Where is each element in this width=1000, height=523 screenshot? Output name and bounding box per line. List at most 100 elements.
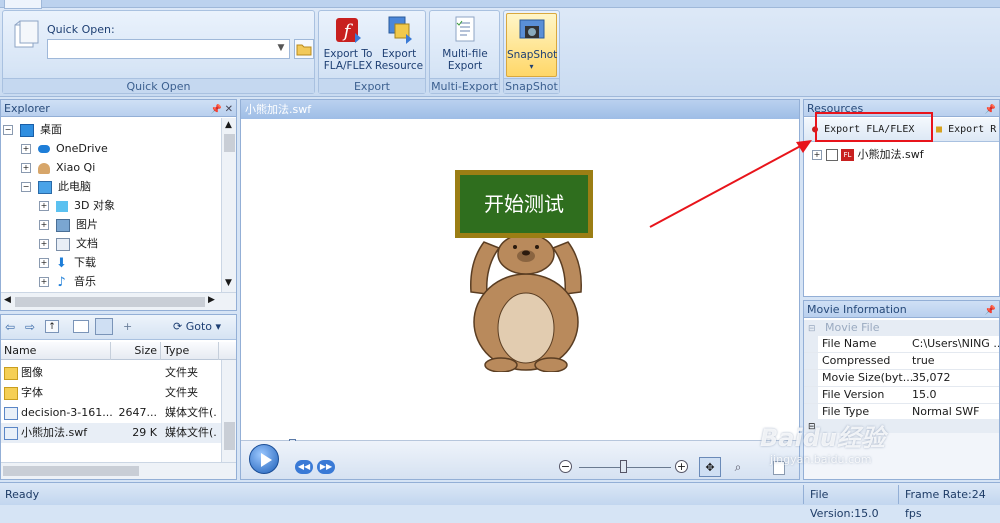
tree-item-documents[interactable]: + 文档 xyxy=(3,234,221,253)
tree-item-label: 音乐 xyxy=(74,275,96,288)
chevron-down-icon[interactable]: ▼ xyxy=(275,43,287,55)
goto-label: Goto xyxy=(185,320,213,333)
back-arrow-icon[interactable]: ⇦ xyxy=(5,320,15,334)
file-list-vertical-scrollbar[interactable] xyxy=(221,360,236,462)
annotation-highlight-box xyxy=(815,112,933,142)
list-item[interactable]: 图像 文件夹 xyxy=(1,363,221,383)
expand-icon[interactable]: + xyxy=(39,258,49,268)
tree-item-onedrive[interactable]: + OneDrive xyxy=(3,139,221,158)
scroll-thumb[interactable] xyxy=(224,422,235,450)
tree-item-pictures[interactable]: + 图片 xyxy=(3,215,221,234)
file-name: 图像 xyxy=(21,366,43,379)
pin-icon[interactable]: 📌 xyxy=(211,102,222,119)
info-row[interactable]: Movie Size(byt...35,072 xyxy=(804,370,999,387)
list-item[interactable]: decision-3-161... 2647... 媒体文件(. xyxy=(1,403,221,423)
tree-item-downloads[interactable]: + ⬇ 下载 xyxy=(3,253,221,272)
cube-icon xyxy=(55,200,68,212)
export-to-fla-line1: Export To xyxy=(323,48,373,60)
details-view-icon[interactable] xyxy=(95,318,113,335)
export-resource-button[interactable]: Export Resource xyxy=(373,15,425,79)
file-list-horizontal-scrollbar[interactable] xyxy=(1,462,236,479)
scroll-thumb[interactable] xyxy=(3,466,139,476)
swf-file-icon xyxy=(4,426,18,440)
file-type: 媒体文件(. xyxy=(165,406,217,419)
ribbon-tab-active[interactable] xyxy=(4,0,42,9)
snapshot-dropdown-icon[interactable]: ▾ xyxy=(507,61,556,73)
zoom-fit-button[interactable]: ✥ xyxy=(699,457,721,477)
movie-info-table: File Name C:\Users\NING ... Compressed tru… xyxy=(804,336,999,421)
scroll-right-icon[interactable]: ▶ xyxy=(208,295,215,305)
movie-file-section[interactable]: ⊟ Movie File xyxy=(804,320,999,336)
goto-button[interactable]: ⟳ Goto ▾ xyxy=(173,320,221,333)
collapse-icon[interactable]: − xyxy=(3,125,13,135)
fast-forward-button[interactable]: ▶▶ xyxy=(317,460,335,474)
export-resource-label: Export R xyxy=(948,124,997,135)
file-name: 字体 xyxy=(21,386,43,399)
tree-vertical-scrollbar[interactable]: ▲ ▼ xyxy=(221,118,236,292)
scroll-thumb[interactable] xyxy=(15,297,205,307)
info-key: File Version xyxy=(822,388,885,401)
scroll-down-icon[interactable]: ▼ xyxy=(225,278,232,288)
pin-icon[interactable]: 📌 xyxy=(985,102,996,119)
zoom-100-button[interactable]: ⌕ xyxy=(727,457,749,477)
tree-item-user[interactable]: + Xiao Qi xyxy=(3,158,221,177)
tree-item-desktop[interactable]: − 桌面 xyxy=(3,120,221,139)
baidu-watermark: Baidu经验 jingyan.baidu.com xyxy=(760,418,950,478)
list-item[interactable]: 字体 文件夹 xyxy=(1,383,221,403)
column-header-type[interactable]: Type xyxy=(161,342,219,360)
up-folder-icon[interactable]: ↑ xyxy=(45,320,59,333)
export-to-fla-button[interactable]: f Export To FLA/FLEX xyxy=(321,15,375,79)
new-folder-icon[interactable]: + xyxy=(123,320,132,333)
zoom-in-button[interactable]: + xyxy=(675,460,688,473)
section-label: Movie File xyxy=(825,321,880,334)
export-resource-button-small[interactable]: ■ Export R xyxy=(936,120,999,139)
status-frame-rate: Frame Rate:24 fps xyxy=(898,485,1000,520)
info-row[interactable]: File Version 15.0 xyxy=(804,387,999,404)
start-test-sign[interactable]: 开始测试 xyxy=(455,170,593,238)
collapse-icon[interactable]: − xyxy=(21,182,31,192)
browse-folder-button[interactable] xyxy=(294,39,314,59)
cloud-icon xyxy=(37,145,50,153)
tree-item-music[interactable]: + ♪ 音乐 xyxy=(3,272,221,291)
info-row[interactable]: File Name C:\Users\NING ... xyxy=(804,336,999,353)
bear-illustration xyxy=(470,233,582,372)
forward-arrow-icon[interactable]: ⇨ xyxy=(25,320,35,334)
expand-icon[interactable]: + xyxy=(39,220,49,230)
list-view-icon[interactable] xyxy=(73,320,89,333)
scroll-up-icon[interactable]: ▲ xyxy=(225,120,232,130)
quick-open-combo[interactable]: ▼ xyxy=(47,39,290,59)
tree-item-this-pc[interactable]: − 此电脑 xyxy=(3,177,221,196)
scroll-thumb[interactable] xyxy=(224,134,235,152)
zoom-out-button[interactable]: − xyxy=(559,460,572,473)
pin-icon[interactable]: 📌 xyxy=(985,303,996,320)
multi-file-export-button[interactable]: Multi-file Export xyxy=(433,15,497,79)
explorer-panel: Explorer 📌 ✕ − 桌面 + OneDrive + Xiao Qi −… xyxy=(0,99,237,311)
play-button[interactable] xyxy=(249,444,279,474)
tree-horizontal-scrollbar[interactable]: ◀ ▶ xyxy=(1,292,236,310)
expand-icon[interactable]: + xyxy=(39,277,49,287)
resource-tree-item[interactable]: + FL 小熊加法.swf xyxy=(812,146,998,164)
expand-icon[interactable]: + xyxy=(39,201,49,211)
explorer-title-bar: Explorer 📌 ✕ xyxy=(1,100,236,117)
checkbox[interactable] xyxy=(825,149,838,161)
collapse-icon[interactable]: ⊟ xyxy=(808,324,816,334)
list-item-selected[interactable]: 小熊加法.swf 29 K 媒体文件(. xyxy=(1,423,221,443)
tree-item-3d-objects[interactable]: + 3D 对象 xyxy=(3,196,221,215)
file-type: 文件夹 xyxy=(165,366,198,379)
snapshot-button[interactable]: SnapShot ▾ xyxy=(506,13,557,77)
export-resource-line1: Export xyxy=(381,48,417,60)
zoom-slider-thumb[interactable] xyxy=(620,460,627,473)
rewind-button[interactable]: ◀◀ xyxy=(295,460,313,474)
expand-icon[interactable]: + xyxy=(39,239,49,249)
column-header-name[interactable]: Name xyxy=(1,342,111,360)
expand-icon[interactable]: + xyxy=(21,163,31,173)
close-icon[interactable]: ✕ xyxy=(225,101,233,118)
column-header-size[interactable]: Size xyxy=(111,342,161,360)
info-row[interactable]: Compressed true xyxy=(804,353,999,370)
swf-file-icon xyxy=(4,406,18,420)
viewer-tab[interactable]: 小熊加法.swf xyxy=(241,100,799,119)
resource-item-label: 小熊加法.swf xyxy=(857,148,924,161)
scroll-left-icon[interactable]: ◀ xyxy=(4,295,11,305)
playback-bar: ◀◀ ▶▶ − + ✥ ⌕ xyxy=(241,441,799,479)
expand-icon[interactable]: + xyxy=(21,144,31,154)
